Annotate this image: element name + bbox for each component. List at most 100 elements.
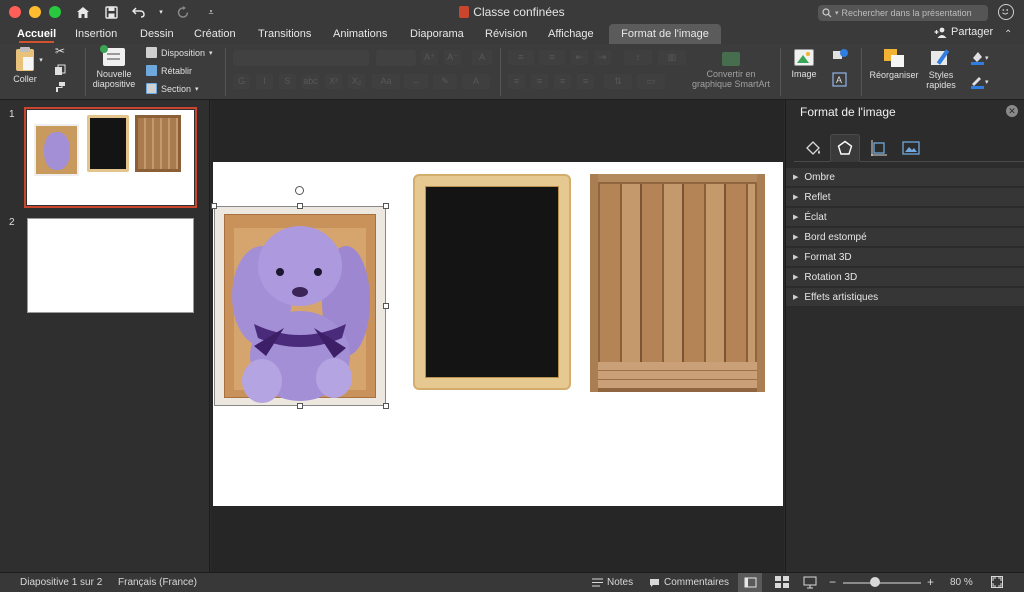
strikethrough-icon[interactable]: abc (302, 74, 319, 89)
slide-1[interactable] (211, 162, 783, 506)
bunny-box-image[interactable] (211, 186, 389, 409)
tab-format-image[interactable]: Format de l'image (609, 24, 721, 44)
rotate-handle[interactable] (295, 186, 304, 195)
align-left-icon[interactable]: ≡ (508, 74, 525, 89)
tab-animations[interactable]: Animations (327, 24, 393, 44)
zoom-level[interactable]: 80 % (950, 577, 973, 588)
zoom-slider-knob[interactable] (870, 577, 880, 587)
tab-transitions[interactable]: Transitions (252, 24, 317, 44)
clear-format-icon[interactable]: A (472, 50, 492, 65)
columns-icon[interactable]: ▥ (658, 50, 686, 65)
shape-fill-icon[interactable]: ▾ (967, 50, 991, 66)
format-painter-icon[interactable] (53, 81, 67, 95)
bold-icon[interactable]: G (233, 74, 250, 89)
shapes-icon[interactable] (830, 48, 852, 64)
search-input[interactable]: ▾ Rechercher dans la présentation (818, 5, 988, 21)
font-size-select[interactable] (376, 50, 416, 66)
bullets-icon[interactable]: ≡ (508, 50, 534, 65)
fill-line-tab[interactable] (798, 134, 828, 162)
section-effets-artistiques[interactable]: ▶ Effets artistiques (786, 288, 1024, 307)
normal-view-button[interactable] (738, 573, 762, 592)
zoom-window-button[interactable] (49, 6, 61, 18)
slide-thumbnail-1[interactable] (24, 107, 197, 208)
collapse-ribbon-icon[interactable]: ⌃ (1004, 29, 1012, 40)
paste-button[interactable]: Coller (7, 47, 43, 84)
share-button[interactable]: Partager (934, 26, 993, 38)
language-indicator[interactable]: Français (France) (118, 577, 197, 588)
underline-icon[interactable]: S (279, 74, 296, 89)
change-case-icon[interactable]: Aa (372, 74, 400, 89)
subscript-icon[interactable]: X₂ (348, 74, 365, 89)
copy-icon[interactable] (53, 64, 67, 78)
tab-dessin[interactable]: Dessin (134, 24, 180, 44)
increase-font-icon[interactable]: A⁺ (421, 50, 438, 65)
picture-tab[interactable] (896, 134, 926, 162)
section-reflet[interactable]: ▶ Reflet (786, 188, 1024, 207)
cut-icon[interactable]: ✂ (53, 45, 67, 60)
new-slide-button[interactable]: Nouvelle diapositive (90, 45, 138, 89)
slide-sorter-view-button[interactable] (775, 576, 791, 589)
tab-diaporama[interactable]: Diaporama (404, 24, 470, 44)
undo-dropdown-icon[interactable]: ▾ (158, 3, 164, 21)
close-window-button[interactable] (9, 6, 21, 18)
resize-handle-bc[interactable] (297, 403, 303, 409)
paste-dropdown-icon[interactable]: ▾ (37, 56, 45, 66)
line-spacing-icon[interactable]: ↕ (624, 50, 652, 65)
zoom-slider[interactable] (843, 582, 921, 584)
section-button[interactable]: Section ▾ (146, 83, 199, 94)
layout-button[interactable]: Disposition ▾ (146, 47, 213, 58)
picture-button[interactable]: Image (787, 49, 821, 79)
resize-handle-br[interactable] (383, 403, 389, 409)
align-right-icon[interactable]: ≡ (554, 74, 571, 89)
convert-smartart-button[interactable]: Convertir en graphique SmartArt (690, 52, 772, 89)
crate-image[interactable] (590, 174, 765, 392)
feedback-smiley-icon[interactable] (998, 4, 1014, 20)
tab-insertion[interactable]: Insertion (69, 24, 123, 44)
shape-outline-icon[interactable]: ▾ (967, 74, 991, 90)
tab-revision[interactable]: Révision (479, 24, 533, 44)
presenter-view-button[interactable] (803, 576, 819, 589)
quick-styles-button[interactable]: Styles rapides (924, 49, 958, 90)
resize-handle-tc[interactable] (297, 203, 303, 209)
close-pane-button[interactable]: ✕ (1006, 105, 1018, 117)
numbering-icon[interactable]: ≡ (539, 50, 565, 65)
section-eclat[interactable]: ▶ Éclat (786, 208, 1024, 227)
superscript-icon[interactable]: X² (325, 74, 342, 89)
home-icon[interactable] (74, 3, 92, 21)
text-box-icon[interactable]: A (830, 72, 848, 88)
resize-handle-mr[interactable] (383, 303, 389, 309)
resize-handle-tr[interactable] (383, 203, 389, 209)
tab-affichage[interactable]: Affichage (542, 24, 600, 44)
text-direction-icon[interactable]: ⇅ (604, 74, 632, 89)
fit-slide-button[interactable] (991, 576, 1007, 589)
slide-thumbnail-2[interactable] (27, 218, 194, 313)
highlight-icon[interactable]: ✎ (433, 74, 457, 89)
tab-accueil[interactable]: Accueil (11, 24, 62, 44)
justify-icon[interactable]: ≡ (577, 74, 594, 89)
notes-button[interactable]: Notes (592, 577, 633, 588)
reset-button[interactable]: Rétablir (146, 65, 192, 76)
increase-indent-icon[interactable]: ⇥ (594, 50, 611, 65)
decrease-indent-icon[interactable]: ⇤ (571, 50, 588, 65)
character-spacing-icon[interactable]: ↔ (404, 74, 428, 89)
redo-icon[interactable] (174, 3, 192, 21)
font-color-icon[interactable]: A (462, 74, 490, 89)
customize-toolbar-icon[interactable]: ⩡ (202, 3, 220, 21)
align-text-icon[interactable]: ▭ (637, 74, 665, 89)
section-bord-estompe[interactable]: ▶ Bord estompé (786, 228, 1024, 247)
align-center-icon[interactable]: ≡ (531, 74, 548, 89)
zoom-in-button[interactable]: + (927, 575, 934, 589)
arrange-button[interactable]: Réorganiser (866, 49, 922, 80)
section-format-3d[interactable]: ▶ Format 3D (786, 248, 1024, 267)
effects-tab[interactable] (830, 134, 860, 162)
save-icon[interactable] (102, 3, 120, 21)
font-name-select[interactable] (233, 50, 369, 66)
section-ombre[interactable]: ▶ Ombre (786, 168, 1024, 187)
decrease-font-icon[interactable]: A⁻ (444, 50, 461, 65)
italic-icon[interactable]: I (256, 74, 273, 89)
undo-icon[interactable] (130, 3, 148, 21)
resize-handle-tl[interactable] (211, 203, 217, 209)
chalkboard-image[interactable] (413, 174, 571, 390)
comments-button[interactable]: Commentaires (649, 577, 729, 588)
zoom-out-button[interactable]: − (829, 575, 836, 589)
